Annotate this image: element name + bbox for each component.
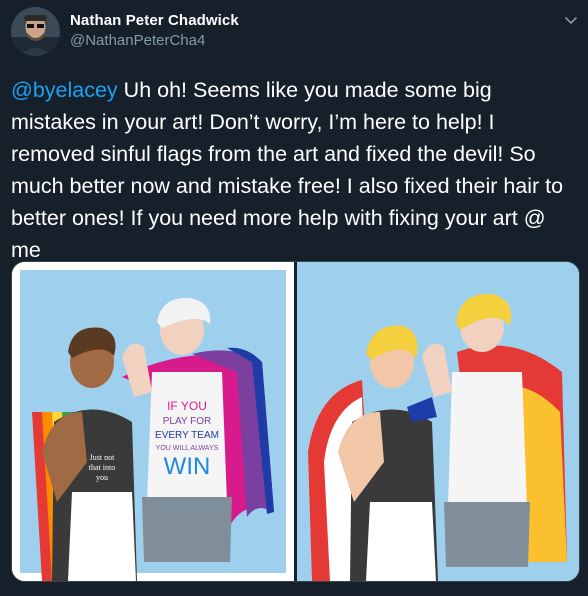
svg-text:that into: that into xyxy=(89,463,115,472)
tweet-media[interactable]: IF YOU PLAY FOR EVERY TEAM YOU WILL ALWA… xyxy=(11,261,580,582)
avatar-image xyxy=(11,7,60,56)
svg-text:you: you xyxy=(96,473,108,482)
author-handle[interactable]: @NathanPeterCha4 xyxy=(70,32,205,49)
svg-text:WIN: WIN xyxy=(164,453,211,480)
mention-link[interactable]: @byelacey xyxy=(11,78,118,102)
tweet-body: Uh oh! Seems like you made some big mist… xyxy=(11,78,564,262)
author-avatar[interactable] xyxy=(11,7,60,56)
svg-text:EVERY TEAM: EVERY TEAM xyxy=(155,430,219,441)
author-name[interactable]: Nathan Peter Chadwick xyxy=(70,12,239,29)
svg-text:Just not: Just not xyxy=(90,453,115,462)
chevron-down-icon[interactable] xyxy=(562,11,580,29)
svg-text:PLAY FOR: PLAY FOR xyxy=(163,416,212,427)
tweet-text: @byelacey Uh oh! Seems like you made som… xyxy=(11,74,581,266)
svg-text:YOU WILL ALWAYS: YOU WILL ALWAYS xyxy=(156,445,219,452)
media-image-left[interactable]: IF YOU PLAY FOR EVERY TEAM YOU WILL ALWA… xyxy=(12,262,294,581)
svg-text:IF YOU: IF YOU xyxy=(167,399,207,413)
media-image-right[interactable] xyxy=(297,262,579,581)
